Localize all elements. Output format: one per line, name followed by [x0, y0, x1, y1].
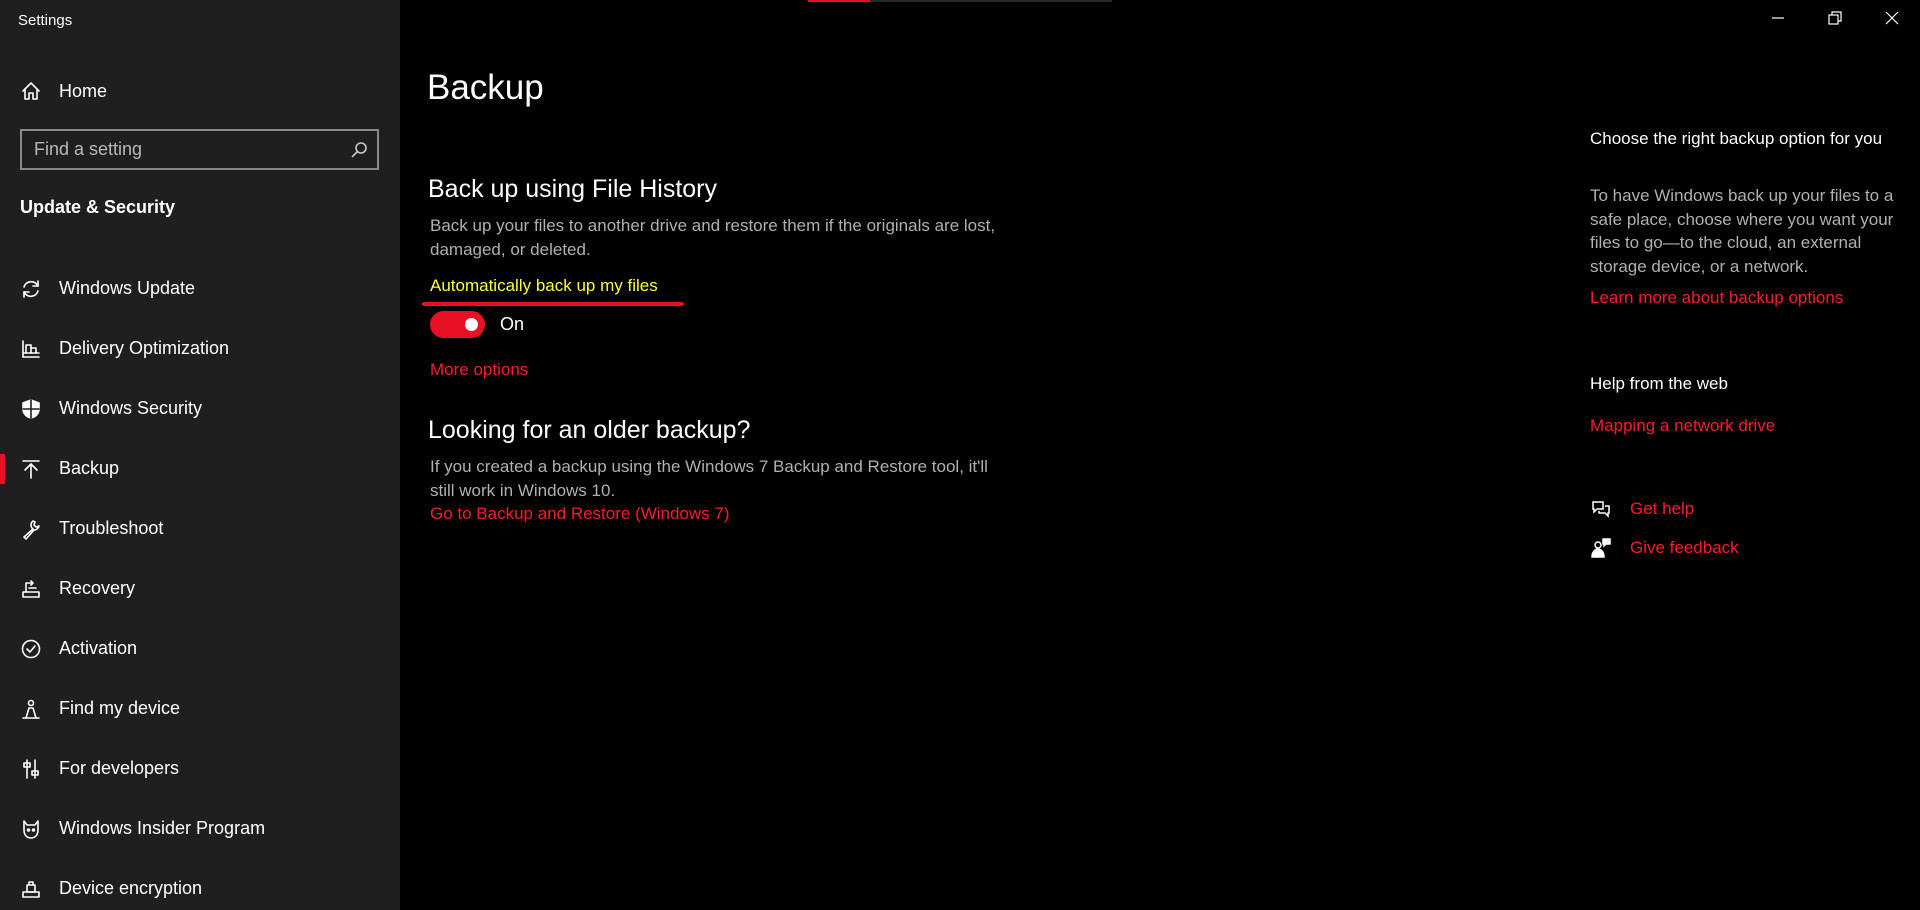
sidebar-item-for-developers[interactable]: For developers [0, 739, 400, 799]
toggle-state-label: On [500, 314, 525, 334]
older-backup-description: If you created a backup using the Window… [430, 457, 988, 500]
encryption-icon [20, 878, 42, 900]
sidebar-item-backup[interactable]: Backup [0, 439, 400, 499]
auto-backup-label: Automatically back up my files [430, 276, 658, 295]
give-feedback-link[interactable]: Give feedback [1630, 538, 1739, 558]
home-nav-item[interactable]: Home [0, 74, 400, 110]
page-title: Backup [427, 68, 544, 107]
file-history-description: Back up your files to another drive and … [430, 216, 996, 259]
main-content: Backup Back up using File History Back u… [400, 0, 1920, 910]
sidebar-item-label: Recovery [59, 578, 136, 598]
wrench-icon [20, 518, 42, 540]
sidebar-item-label: Find my device [59, 698, 181, 718]
sidebar-item-delivery-optimization[interactable]: Delivery Optimization [0, 319, 400, 379]
close-button[interactable] [1863, 0, 1920, 40]
shield-icon [20, 398, 42, 420]
sidebar-item-windows-security[interactable]: Windows Security [0, 379, 400, 439]
home-icon [20, 80, 42, 102]
section-title: Update & Security [20, 197, 176, 217]
sidebar-item-label: For developers [59, 758, 180, 778]
sidebar-item-label: Windows Update [59, 278, 196, 298]
more-options-link[interactable]: More options [430, 360, 528, 380]
search-box[interactable] [20, 129, 379, 170]
search-icon[interactable] [349, 140, 369, 160]
sidebar-item-label: Backup [59, 458, 120, 478]
backup-restore-win7-link[interactable]: Go to Backup and Restore (Windows 7) [430, 504, 730, 524]
sidebar-item-label: Device encryption [59, 878, 203, 898]
get-help-icon [1590, 498, 1612, 520]
sidebar-item-activation[interactable]: Activation [0, 619, 400, 679]
delivery-optimization-icon [20, 338, 42, 360]
sidebar-item-label: Troubleshoot [59, 518, 164, 538]
sidebar-item-label: Activation [59, 638, 138, 658]
restore-icon [1827, 10, 1842, 30]
top-progress-indicator [808, 0, 870, 2]
app-title: Settings [18, 12, 73, 29]
minimize-button[interactable] [1749, 0, 1806, 40]
get-help-link[interactable]: Get help [1630, 499, 1694, 519]
learn-more-backup-link[interactable]: Learn more about backup options [1590, 288, 1843, 308]
auto-backup-toggle[interactable] [430, 311, 485, 338]
sidebar-item-windows-insider[interactable]: Windows Insider Program [0, 799, 400, 859]
sidebar: Settings Home Update & Security Windows … [0, 0, 400, 910]
give-feedback-icon [1590, 537, 1612, 559]
home-label: Home [59, 81, 108, 101]
choose-backup-description: To have Windows back up your files to a … [1590, 186, 1894, 276]
developer-sliders-icon [20, 758, 42, 780]
recovery-icon [20, 578, 42, 600]
sidebar-item-label: Delivery Optimization [59, 338, 230, 358]
cat-icon [20, 818, 42, 840]
file-history-heading: Back up using File History [428, 175, 718, 203]
person-location-icon [20, 698, 42, 720]
check-circle-icon [20, 638, 42, 660]
older-backup-heading: Looking for an older backup? [428, 416, 751, 444]
sidebar-item-windows-update[interactable]: Windows Update [0, 259, 400, 319]
sidebar-item-label: Windows Insider Program [59, 818, 266, 838]
sidebar-item-recovery[interactable]: Recovery [0, 559, 400, 619]
sidebar-item-device-encryption[interactable]: Device encryption [0, 859, 400, 910]
toggle-knob [465, 318, 478, 331]
help-from-web-title: Help from the web [1590, 374, 1728, 393]
mapping-network-drive-link[interactable]: Mapping a network drive [1590, 416, 1775, 436]
sidebar-item-troubleshoot[interactable]: Troubleshoot [0, 499, 400, 559]
sidebar-item-find-my-device[interactable]: Find my device [0, 679, 400, 739]
nav-list: Windows Update Delivery Optimization Win… [0, 259, 400, 910]
choose-backup-title: Choose the right backup option for you [1590, 129, 1883, 148]
search-input[interactable] [34, 131, 344, 168]
restore-button[interactable] [1806, 0, 1863, 40]
close-icon [1885, 11, 1899, 30]
minimize-icon [1771, 11, 1785, 30]
sidebar-item-label: Windows Security [59, 398, 203, 418]
annotation-underline [422, 302, 684, 306]
window-controls [1749, 0, 1920, 40]
backup-arrow-icon [20, 458, 42, 480]
refresh-icon [20, 278, 42, 300]
